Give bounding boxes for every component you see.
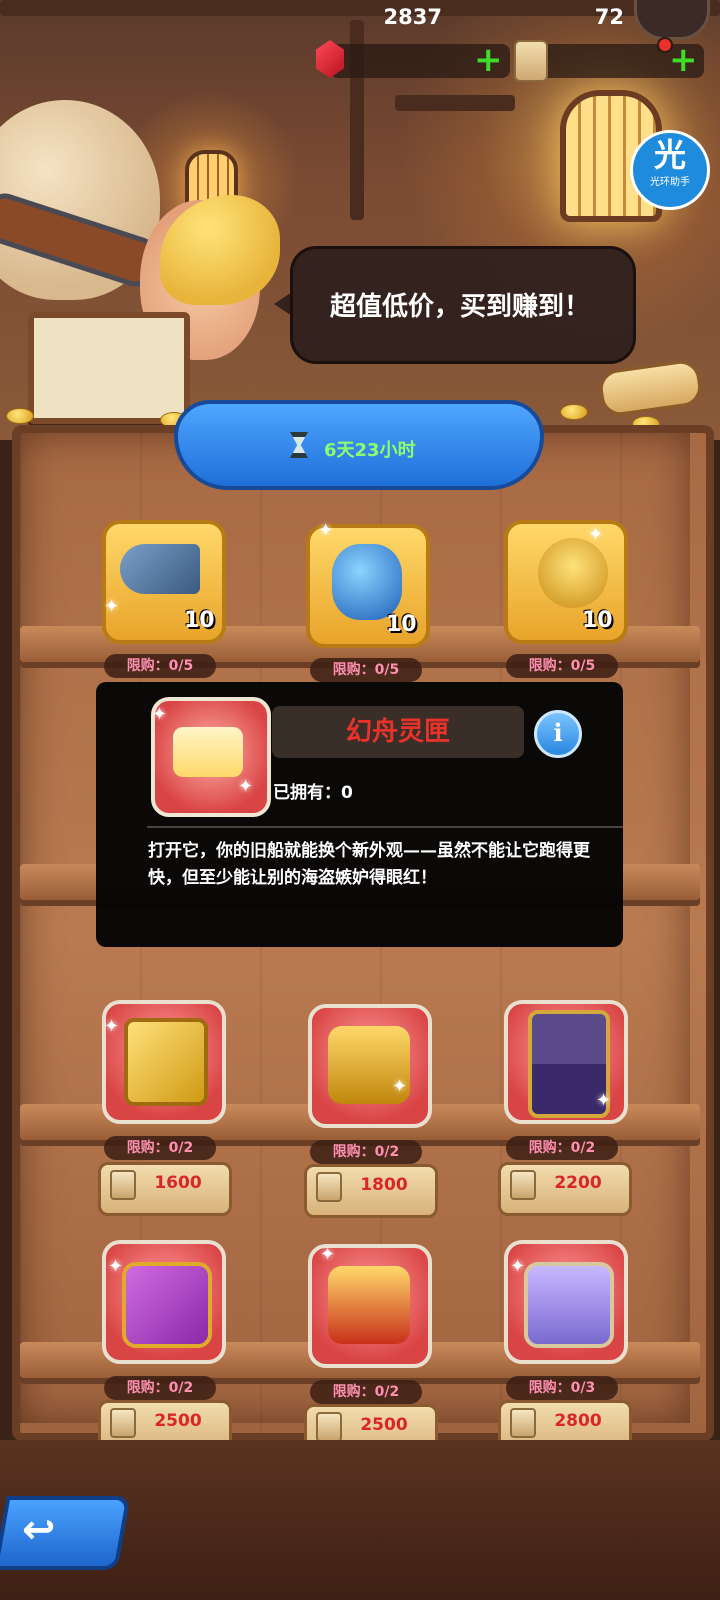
scroll-currency-icon (510, 1170, 536, 1200)
assistant-floating-button[interactable]: 光 光环助手 (630, 130, 710, 210)
scroll-count: 72 (594, 5, 624, 29)
item-price: 2800 (554, 1411, 602, 1431)
item-quantity: 10 (582, 608, 613, 633)
info-button[interactable]: i (534, 710, 582, 758)
coin-icon (560, 404, 588, 420)
purple-chest-icon (122, 1262, 212, 1348)
add-gems-button[interactable]: + (474, 43, 503, 77)
sparkle-icon: ✦ (108, 1256, 124, 1277)
crystal-icon (332, 544, 402, 620)
sparkle-icon: ✦ (392, 1076, 408, 1097)
sparkle-icon: ✦ (152, 704, 168, 725)
horn-icon (120, 544, 200, 594)
item-price: 2500 (360, 1415, 408, 1435)
notice-board (28, 312, 190, 424)
assistant-label: 光环助手 (650, 177, 690, 188)
red-gold-chest-icon (328, 1266, 410, 1344)
wall-shelf (395, 95, 515, 111)
scroll-currency-icon (510, 1408, 536, 1438)
sparkle-icon: ✦ (320, 1244, 336, 1265)
cannon-icon (538, 538, 608, 608)
item-quantity: 10 (184, 608, 215, 633)
purchase-limit: 限购：0/2 (104, 1136, 216, 1160)
banner-icon (124, 1018, 208, 1106)
back-arrow-icon: ↩ (22, 1507, 56, 1553)
notification-dot (657, 37, 673, 53)
purchase-limit: 限购：0/3 (506, 1376, 618, 1400)
popup-divider (147, 826, 623, 828)
popup-description: 打开它，你的旧船就能换个新外观——虽然不能让它跑得更快，但至少能让别的海盗嫉妒得… (148, 841, 590, 888)
sparkle-icon: ✦ (510, 1256, 526, 1277)
item-price: 2200 (554, 1173, 602, 1193)
item-quantity: 10 (386, 612, 417, 637)
item-price: 1600 (154, 1173, 202, 1193)
purchase-limit: 限购：0/5 (104, 654, 216, 678)
assistant-char: 光 (653, 136, 686, 174)
lavender-chest-icon (524, 1262, 614, 1348)
item-price: 2500 (154, 1411, 202, 1431)
shop-item-banner[interactable] (102, 1000, 226, 1124)
purchase-limit: 限购：0/5 (506, 654, 618, 678)
purchase-limit: 限购：0/2 (310, 1140, 422, 1164)
sparkle-icon: ✦ (238, 776, 254, 797)
phantom-ship-box-icon (151, 697, 271, 817)
scroll-currency-icon (316, 1412, 342, 1442)
scroll-icon (514, 40, 548, 82)
speech-text: 超值低价，买到赚到！ (329, 292, 590, 322)
scroll-currency-icon (110, 1408, 136, 1438)
sparkle-icon: ✦ (318, 520, 334, 541)
sparkle-icon: ✦ (596, 1090, 612, 1111)
timer-label: 6天23小时 (324, 440, 416, 461)
purchase-limit: 限购：0/2 (104, 1376, 216, 1400)
sparkle-icon: ✦ (104, 596, 120, 617)
purchase-limit: 限购：0/5 (310, 658, 422, 682)
scroll-currency-icon (110, 1170, 136, 1200)
coin-icon (6, 408, 34, 424)
ship-box-art (173, 727, 243, 777)
purchase-limit: 限购：0/2 (506, 1136, 618, 1160)
gem-count: 2837 (383, 5, 442, 29)
purchase-limit: 限购：0/2 (310, 1380, 422, 1404)
add-scrolls-button[interactable]: + (669, 43, 698, 77)
sparkle-icon: ✦ (588, 524, 604, 545)
popup-title: 幻舟灵匣 (345, 717, 450, 747)
scroll-currency-icon (316, 1172, 342, 1202)
shop-item-shield-chest[interactable] (308, 1004, 432, 1128)
owned-count: 已拥有：0 (273, 783, 353, 803)
item-price: 1800 (360, 1175, 408, 1195)
sparkle-icon: ✦ (104, 1016, 120, 1037)
